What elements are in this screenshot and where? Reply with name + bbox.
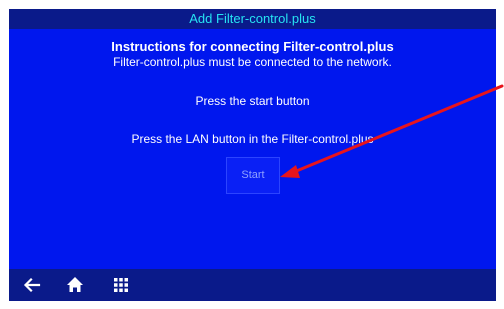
apps-grid-icon — [114, 278, 128, 292]
back-arrow-icon — [23, 277, 41, 293]
bottom-nav-bar — [9, 269, 496, 301]
instruction-press-start: Press the start button — [195, 94, 310, 108]
device-panel: Add Filter-control.plus Instructions for… — [9, 9, 496, 301]
apps-button[interactable] — [109, 274, 133, 296]
instructions-subheading: Filter-control.plus must be connected to… — [113, 55, 392, 69]
title-bar: Add Filter-control.plus — [9, 9, 496, 29]
screen: Add Filter-control.plus Instructions for… — [0, 0, 504, 309]
instruction-press-lan: Press the LAN button in the Filter-contr… — [131, 132, 374, 146]
back-button[interactable] — [20, 274, 44, 296]
start-button[interactable]: Start — [226, 157, 280, 194]
page-title: Add Filter-control.plus — [189, 11, 316, 26]
home-icon — [67, 277, 83, 292]
instructions-heading: Instructions for connecting Filter-contr… — [111, 39, 394, 54]
home-button[interactable] — [63, 274, 87, 296]
